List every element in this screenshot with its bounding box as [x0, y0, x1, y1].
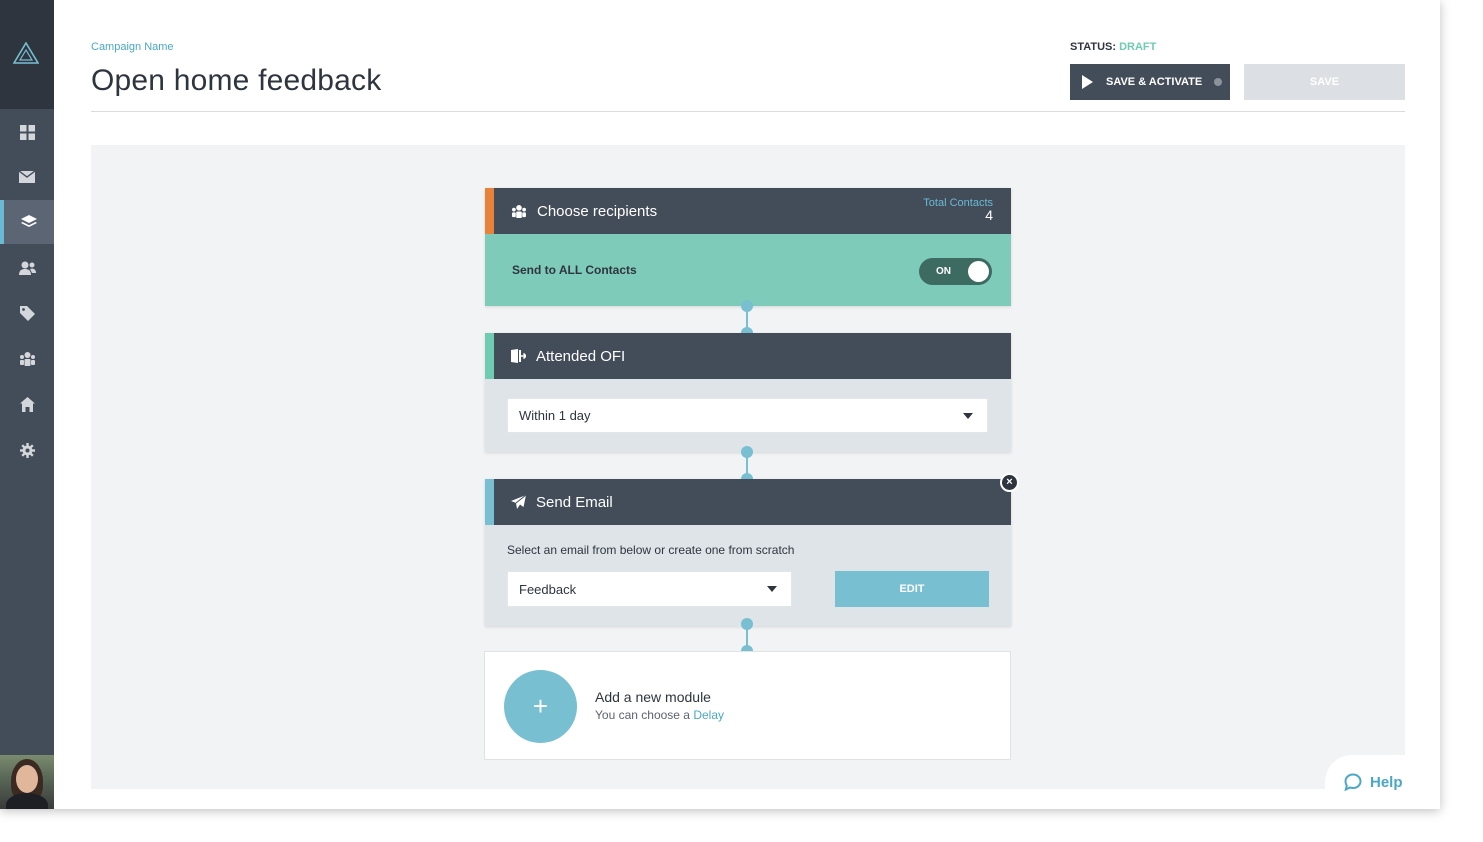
connector-dot — [741, 618, 753, 630]
send-all-label: Send to ALL Contacts — [512, 263, 637, 277]
campaign-name-label: Campaign Name — [91, 41, 174, 53]
sidebar-item-properties[interactable] — [0, 382, 54, 426]
status-value: DRAFT — [1119, 41, 1157, 53]
send-all-toggle[interactable]: ON — [919, 258, 992, 285]
logo-icon — [13, 42, 39, 64]
logo-block — [0, 0, 54, 109]
module-body: Send to ALL Contacts ON — [485, 234, 1011, 306]
module-send-email: Send Email Select an email from below or… — [485, 479, 1011, 626]
plus-icon: + — [532, 691, 549, 721]
help-button[interactable]: Help — [1325, 755, 1440, 809]
tag-icon — [19, 305, 35, 321]
avatar[interactable] — [0, 755, 54, 809]
envelope-icon — [19, 171, 35, 183]
save-activate-button[interactable]: SAVE & ACTIVATE — [1070, 64, 1230, 100]
module-title: Choose recipients — [537, 202, 658, 220]
module-attended-ofi: Attended OFI Within 1 day — [485, 333, 1011, 452]
timeframe-select[interactable]: Within 1 day — [507, 398, 988, 433]
email-select-hint: Select an email from below or create one… — [507, 543, 795, 557]
module-header: Choose recipients Total Contacts 4 — [485, 188, 1011, 234]
add-module-button[interactable]: + — [504, 670, 577, 743]
sidebar-item-email[interactable] — [0, 155, 54, 199]
module-accent-bar — [485, 479, 494, 525]
timeframe-select-value: Within 1 day — [519, 408, 591, 423]
groups-icon — [511, 204, 527, 218]
gear-icon — [19, 442, 35, 458]
module-body: Within 1 day — [485, 379, 1011, 452]
app-window: Campaign Name Open home feedback STATUS:… — [0, 0, 1440, 809]
total-contacts-label: Total Contacts — [923, 197, 993, 209]
page-title[interactable]: Open home feedback — [91, 64, 381, 98]
connector-dot — [741, 446, 753, 458]
email-template-select-value: Feedback — [519, 581, 577, 597]
module-title: Send Email — [536, 493, 613, 511]
module-body: Select an email from below or create one… — [485, 525, 1011, 626]
toggle-knob — [968, 261, 989, 282]
save-button[interactable]: SAVE — [1244, 64, 1405, 100]
sidebar-item-tags[interactable] — [0, 291, 54, 335]
module-title: Attended OFI — [536, 347, 626, 365]
door-enter-icon — [511, 349, 526, 363]
dashboard-icon — [19, 124, 35, 140]
sidebar-item-campaigns[interactable] — [0, 200, 54, 244]
connector-dot — [741, 300, 753, 312]
add-module-subtitle-text: You can choose a — [595, 708, 694, 722]
module-header: Send Email — [485, 479, 1011, 525]
chevron-down-icon — [963, 413, 973, 419]
module-header: Attended OFI — [485, 333, 1011, 379]
chat-bubble-icon — [1344, 773, 1362, 791]
layers-icon — [21, 215, 37, 227]
sidebar-item-settings[interactable] — [0, 428, 54, 472]
sidebar-item-contacts[interactable] — [0, 246, 54, 290]
header-divider — [91, 111, 1405, 112]
total-contacts-value: 4 — [985, 207, 993, 223]
email-template-select[interactable]: Feedback — [507, 571, 792, 607]
sidebar-item-groups[interactable] — [0, 337, 54, 381]
add-module-title: Add a new module — [595, 689, 711, 705]
sidebar — [0, 0, 54, 809]
edit-email-button[interactable]: EDIT — [835, 571, 989, 607]
paper-plane-icon — [511, 495, 526, 509]
groups-icon — [19, 352, 35, 366]
module-accent-bar — [485, 333, 494, 379]
remove-module-button[interactable]: × — [1000, 473, 1019, 492]
module-accent-bar — [485, 188, 494, 234]
total-contacts: Total Contacts 4 — [923, 197, 993, 222]
help-label: Help — [1370, 773, 1403, 791]
sidebar-item-dashboard[interactable] — [0, 110, 54, 154]
toggle-label: ON — [936, 266, 951, 277]
chevron-down-icon — [767, 586, 777, 592]
add-module-card: + Add a new module You can choose a Dela… — [484, 651, 1011, 760]
status-indicator: STATUS: DRAFT — [1070, 41, 1156, 53]
close-icon: × — [1006, 476, 1013, 488]
save-activate-label: SAVE & ACTIVATE — [1106, 76, 1203, 88]
module-choose-recipients: Choose recipients Total Contacts 4 Send … — [485, 188, 1011, 306]
play-icon — [1082, 75, 1093, 89]
home-icon — [19, 396, 35, 412]
contacts-icon — [18, 261, 36, 275]
status-dot-icon — [1214, 78, 1223, 86]
add-module-subtitle: You can choose a Delay — [595, 708, 724, 722]
status-label: STATUS: — [1070, 41, 1120, 53]
delay-link[interactable]: Delay — [693, 708, 724, 722]
